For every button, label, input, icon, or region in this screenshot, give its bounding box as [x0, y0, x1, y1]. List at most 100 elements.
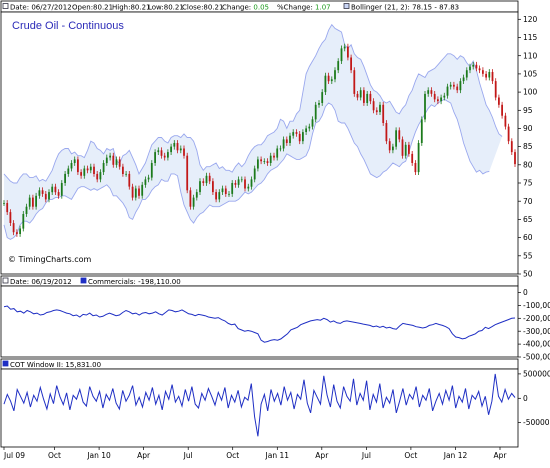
price-panel: Date: 06/27/2012 Open:80.21 High:80.21 L…	[0, 0, 538, 279]
price-candle-body	[77, 159, 79, 173]
cot-series-marker	[2, 360, 9, 367]
price-candle-body	[170, 146, 172, 153]
price-candle-body	[244, 179, 246, 189]
chart-title: Crude Oil - Continuous	[12, 20, 124, 32]
price-candle-body	[134, 188, 137, 198]
price-candle-body	[420, 119, 423, 143]
price-y-tick-label: 120	[523, 15, 538, 24]
price-candle-body	[494, 81, 497, 98]
commercials-plot-area	[0, 285, 519, 358]
price-candle-body	[276, 148, 279, 158]
price-candle-body	[260, 159, 262, 162]
price-candle-body	[295, 132, 298, 134]
x-tick-label: Apr	[494, 451, 508, 460]
price-candle-body	[507, 126, 510, 142]
price-candle-body	[215, 192, 217, 200]
price-y-tick-label: 60	[523, 233, 533, 242]
price-candle-body	[54, 186, 57, 193]
price-candle-body	[414, 163, 417, 173]
price-candle-body	[99, 172, 102, 180]
price-candle-body	[308, 126, 311, 129]
price-candle-body	[433, 93, 436, 100]
price-candle-body	[475, 64, 478, 69]
price-candle-body	[488, 72, 491, 78]
price-candle-body	[6, 203, 9, 213]
price-candle-body	[462, 77, 465, 82]
price-candle-body	[173, 143, 176, 147]
price-candle-body	[105, 157, 108, 164]
price-y-tick-label: 70	[523, 197, 533, 206]
price-candle-body	[469, 66, 471, 71]
cot-y-tick-label: -500000	[523, 418, 550, 427]
price-candle-body	[64, 173, 66, 183]
x-tick-label: Oct	[404, 451, 417, 460]
price-candle-body	[221, 188, 224, 193]
price-y-tick-label: 90	[523, 124, 533, 133]
x-axis: Jul 09 Oct Jan 10 Apr Jul Oct Jan 11 Apr Jul Oct J…	[3, 447, 507, 460]
price-candle-body	[343, 46, 346, 49]
price-candle-body	[395, 130, 397, 147]
price-candle-body	[498, 97, 500, 105]
price-candle-body	[67, 168, 70, 174]
price-candle-body	[176, 143, 179, 151]
price-candle-body	[80, 172, 82, 176]
price-candle-body	[292, 132, 295, 136]
header-open: Open:80.21	[72, 4, 113, 12]
price-y-tick-label: 75	[523, 179, 533, 188]
x-tick-label: Jul	[183, 451, 193, 460]
x-tick-label: Jul	[361, 451, 371, 460]
price-candle-body	[337, 61, 340, 71]
price-candle-body	[257, 159, 259, 169]
price-candle-body	[205, 175, 208, 184]
price-candle-body	[96, 173, 99, 180]
commercials-series-marker	[80, 277, 87, 284]
price-candle-body	[472, 64, 475, 67]
price-candle-body	[388, 141, 391, 151]
price-candle-body	[485, 73, 487, 78]
timing-chart: Date: 06/27/2012 Open:80.21 High:80.21 L…	[0, 0, 550, 460]
price-candle-body	[311, 119, 314, 127]
price-candle-body	[440, 97, 442, 102]
commercials-panel-header	[0, 275, 519, 287]
price-candle-body	[48, 192, 50, 200]
price-candle-body	[314, 104, 317, 120]
price-y-tick-label: 100	[523, 88, 538, 97]
price-y-tick-label: 50	[523, 270, 533, 279]
price-candle-body	[240, 179, 243, 181]
price-y-tick-label: 55	[523, 251, 533, 260]
price-candle-body	[401, 139, 404, 156]
price-candle-body	[510, 141, 513, 153]
price-candle-body	[160, 150, 163, 156]
price-candle-body	[285, 139, 288, 143]
price-candle-body	[118, 159, 121, 167]
price-candle-body	[147, 177, 150, 180]
price-candle-body	[234, 183, 237, 185]
price-y-tick-label: 115	[523, 33, 538, 42]
price-candle-body	[202, 181, 205, 183]
price-candle-body	[359, 90, 362, 98]
price-candle-body	[427, 90, 430, 94]
price-candle-body	[35, 195, 37, 207]
price-candle-body	[369, 93, 372, 102]
price-candle-body	[41, 190, 44, 194]
header-date: Date: 06/27/2012	[10, 4, 72, 12]
price-candle-body	[279, 148, 282, 150]
price-candle-body	[347, 46, 349, 58]
commercials-y-tick-label: -500,000	[523, 353, 550, 362]
price-candle-body	[57, 192, 60, 196]
price-candle-body	[9, 212, 12, 223]
price-candle-body	[453, 84, 455, 87]
price-candle-body	[192, 197, 195, 207]
price-candle-body	[330, 79, 333, 82]
price-candle-body	[189, 190, 192, 207]
watermark: © TimingCharts.com	[8, 255, 92, 264]
price-candle-body	[305, 128, 307, 132]
price-candle-body	[70, 163, 73, 169]
price-candle-body	[25, 206, 28, 214]
price-candle-body	[514, 152, 516, 165]
price-candle-body	[417, 143, 420, 173]
price-candle-body	[16, 232, 18, 234]
price-y-tick-label: 85	[523, 142, 533, 151]
cot-y-tick-label: 500000	[523, 370, 550, 379]
price-candle-body	[38, 190, 41, 196]
